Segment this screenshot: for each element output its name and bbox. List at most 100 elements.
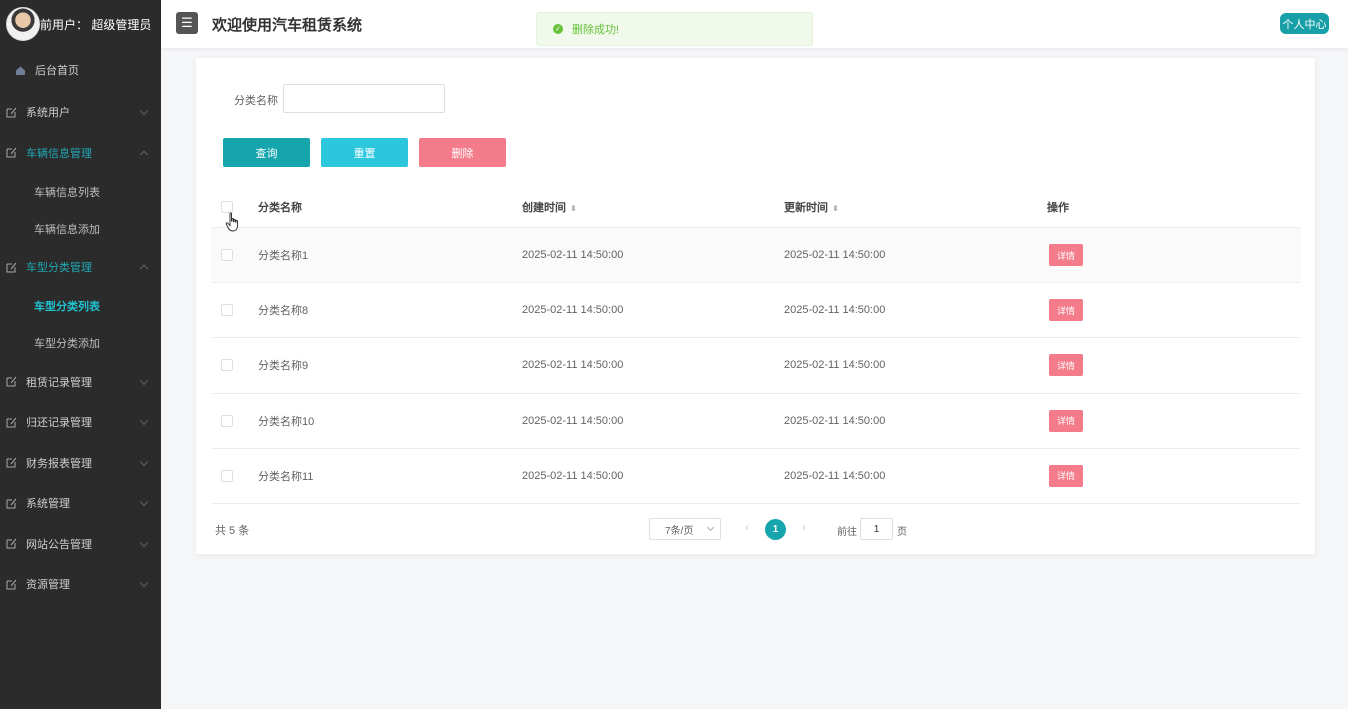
sidebar-item-label: 车型分类管理 — [26, 262, 92, 275]
row-checkbox[interactable] — [221, 414, 233, 427]
detail-button[interactable]: 详情 — [1049, 464, 1083, 487]
chevron-down-icon — [139, 457, 149, 466]
success-toast: ✓ 删除成功! — [536, 12, 813, 46]
edit-icon — [5, 497, 17, 509]
user-box: 前用户： 超级管理员 — [0, 0, 161, 48]
select-all-checkbox[interactable] — [221, 200, 233, 213]
page-size-value: 7条/页 — [665, 525, 694, 537]
edit-icon — [5, 106, 17, 118]
edit-icon — [5, 376, 17, 388]
category-table: 分类名称 创建时间 ⬍ 更新时间 ⬍ 操作 分类名称1 2025-02-11 14:… — [211, 186, 1301, 504]
cell-category-name: 分类名称9 — [258, 360, 309, 373]
category-name-input[interactable] — [283, 84, 445, 113]
sidebar-item-label: 归还记录管理 — [26, 417, 92, 430]
sidebar-subitem-vehicle-add[interactable]: 车辆信息添加 — [0, 210, 161, 247]
cell-created-time: 2025-02-11 14:50:00 — [522, 359, 624, 372]
header-created-time[interactable]: 创建时间 ⬍ — [522, 199, 577, 215]
sidebar-item-home[interactable]: 后台首页 — [0, 48, 161, 92]
header-actions: 操作 — [1047, 201, 1069, 214]
page-title: 欢迎使用汽车租赁系统 — [212, 17, 363, 34]
query-button[interactable]: 查询 — [223, 138, 310, 167]
edit-icon — [5, 457, 17, 469]
sidebar-item-system-users[interactable]: 系统用户 — [0, 92, 161, 133]
sidebar-item-system-management[interactable]: 系统管理 — [0, 483, 161, 524]
sidebar-item-rental-records[interactable]: 租赁记录管理 — [0, 362, 161, 403]
avatar[interactable] — [6, 7, 40, 41]
sidebar-item-vehicle-info[interactable]: 车辆信息管理 — [0, 133, 161, 174]
detail-button[interactable]: 详情 — [1049, 354, 1083, 377]
table-row: 分类名称9 2025-02-11 14:50:00 2025-02-11 14:… — [211, 338, 1301, 394]
sidebar-item-label: 后台首页 — [35, 65, 79, 77]
cell-created-time: 2025-02-11 14:50:00 — [522, 249, 624, 262]
cell-category-name: 分类名称1 — [258, 250, 309, 263]
goto-unit-label: 页 — [897, 527, 907, 538]
hand-pointer-icon — [225, 212, 238, 232]
sidebar-subitem-category-add[interactable]: 车型分类添加 — [0, 325, 161, 362]
chevron-up-icon — [139, 150, 149, 159]
success-check-icon: ✓ — [553, 24, 563, 34]
table-header-row: 分类名称 创建时间 ⬍ 更新时间 ⬍ 操作 — [211, 186, 1301, 228]
cell-created-time: 2025-02-11 14:50:00 — [522, 414, 624, 427]
table-row: 分类名称10 2025-02-11 14:50:00 2025-02-11 14… — [211, 394, 1301, 449]
header-label: 更新时间 — [784, 201, 828, 214]
cell-updated-time: 2025-02-11 14:50:00 — [784, 249, 886, 262]
sidebar-item-label: 网站公告管理 — [26, 538, 92, 551]
chevron-down-icon — [139, 106, 149, 116]
cell-category-name: 分类名称8 — [258, 305, 309, 318]
sidebar-item-category[interactable]: 车型分类管理 — [0, 247, 161, 288]
sort-icon[interactable]: ⬍ — [832, 204, 839, 213]
sidebar-subitem-category-list[interactable]: 车型分类列表 — [0, 288, 161, 325]
search-label: 分类名称 — [234, 95, 278, 107]
sidebar-item-label: 租赁记录管理 — [26, 376, 92, 389]
personal-center-button[interactable]: 个人中心 — [1280, 13, 1329, 34]
toast-text: 删除成功! — [572, 24, 620, 36]
table-row: 分类名称1 2025-02-11 14:50:00 2025-02-11 14:… — [211, 228, 1301, 284]
menu-toggle-icon[interactable]: ☰ — [176, 12, 198, 34]
cell-updated-time: 2025-02-11 14:50:00 — [784, 304, 886, 317]
delete-button[interactable]: 删除 — [419, 138, 506, 167]
detail-button[interactable]: 详情 — [1049, 244, 1083, 267]
home-icon — [14, 64, 26, 76]
sidebar-menu: 后台首页 系统用户 车辆信息管理 车辆信息列表 车辆信息添加 车型分类管理 车型… — [0, 48, 161, 605]
sidebar-item-label: 系统管理 — [26, 498, 70, 511]
sidebar-item-label: 财务报表管理 — [26, 457, 92, 470]
chevron-down-icon — [139, 538, 149, 547]
goto-page-input[interactable] — [860, 518, 893, 540]
header-updated-time[interactable]: 更新时间 ⬍ — [784, 199, 839, 215]
row-checkbox[interactable] — [221, 249, 233, 262]
row-checkbox[interactable] — [221, 469, 233, 482]
prev-page-button[interactable]: ‹ — [745, 522, 749, 534]
chevron-down-icon — [139, 416, 149, 426]
sort-icon[interactable]: ⬍ — [570, 204, 577, 213]
page-number-current[interactable]: 1 — [765, 519, 786, 540]
cell-updated-time: 2025-02-11 14:50:00 — [784, 359, 886, 372]
chevron-up-icon — [139, 264, 149, 274]
detail-button[interactable]: 详情 — [1049, 409, 1083, 432]
sidebar-item-resources[interactable]: 资源管理 — [0, 564, 161, 605]
header-label: 创建时间 — [522, 201, 566, 214]
pagination-total: 共 5 条 — [215, 525, 250, 537]
sidebar-item-label: 车辆信息管理 — [26, 147, 92, 160]
sidebar-item-finance-reports[interactable]: 财务报表管理 — [0, 443, 161, 484]
row-checkbox[interactable] — [221, 304, 233, 317]
sidebar-subitem-vehicle-list[interactable]: 车辆信息列表 — [0, 173, 161, 210]
current-user-label: 前用户： 超级管理员 — [40, 17, 152, 32]
page-size-select[interactable]: 7条/页 — [649, 518, 721, 540]
table-row: 分类名称11 2025-02-11 14:50:00 2025-02-11 14… — [211, 449, 1301, 504]
reset-button[interactable]: 重置 — [321, 138, 408, 167]
cell-updated-time: 2025-02-11 14:50:00 — [784, 469, 886, 482]
sidebar-item-label: 资源管理 — [26, 579, 70, 592]
chevron-down-icon — [139, 578, 149, 588]
goto-label: 前往 — [837, 527, 857, 538]
cell-created-time: 2025-02-11 14:50:00 — [522, 469, 624, 482]
sidebar-item-return-records[interactable]: 归还记录管理 — [0, 402, 161, 443]
sidebar-item-announcements[interactable]: 网站公告管理 — [0, 524, 161, 565]
row-checkbox[interactable] — [221, 359, 233, 372]
main-card: 分类名称 查询 重置 删除 分类名称 创建时间 ⬍ 更新时间 ⬍ 操作 分类名称1 … — [196, 58, 1315, 554]
next-page-button[interactable]: › — [802, 522, 806, 534]
cell-created-time: 2025-02-11 14:50:00 — [522, 304, 624, 317]
chevron-down-icon — [706, 523, 715, 532]
cell-category-name: 分类名称11 — [258, 470, 314, 483]
edit-icon — [5, 538, 17, 550]
detail-button[interactable]: 详情 — [1049, 299, 1083, 322]
